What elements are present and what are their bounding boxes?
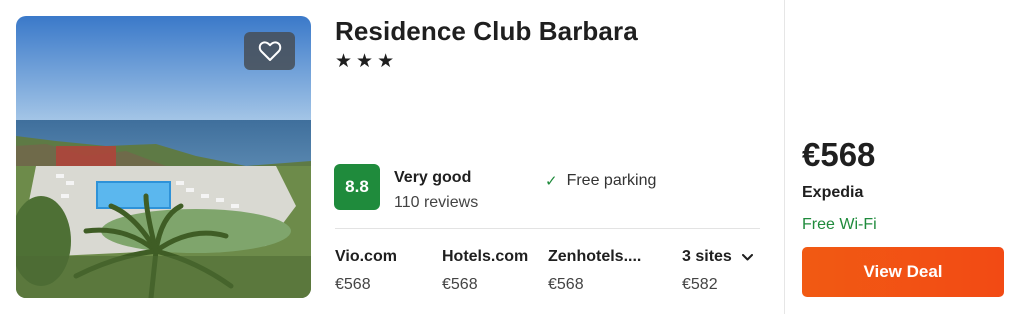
more-sites-price: €582 bbox=[682, 276, 718, 293]
site-name: Zenhotels.... bbox=[548, 248, 642, 265]
site-name: Vio.com bbox=[335, 248, 397, 265]
more-sites-label-row: 3 sites bbox=[682, 248, 753, 266]
more-sites-label: 3 sites bbox=[682, 248, 732, 265]
hotel-photo[interactable] bbox=[16, 16, 311, 298]
deal-perk: Free Wi-Fi bbox=[802, 216, 877, 233]
rating-score-badge: 8.8 bbox=[334, 164, 380, 210]
site-price: €568 bbox=[548, 276, 584, 293]
rating-label: Very good bbox=[394, 169, 472, 186]
divider bbox=[784, 0, 785, 314]
best-price: €568 bbox=[802, 136, 876, 173]
site-name: Hotels.com bbox=[442, 248, 529, 265]
star-rating: ★★★ bbox=[335, 51, 399, 72]
divider bbox=[335, 228, 760, 229]
site-price: €568 bbox=[442, 276, 478, 293]
more-sites-dropdown[interactable]: 3 sites €582 bbox=[682, 248, 753, 294]
favorite-button[interactable] bbox=[244, 32, 295, 70]
amenity-item: ✓ Free parking bbox=[545, 172, 656, 190]
heart-icon bbox=[258, 41, 281, 61]
site-offer[interactable]: Zenhotels.... €568 bbox=[548, 248, 641, 294]
site-offer[interactable]: Hotels.com €568 bbox=[442, 248, 528, 294]
hotel-result-card: Residence Club Barbara ★★★ 8.8 Very good… bbox=[0, 0, 1024, 314]
hotel-name[interactable]: Residence Club Barbara bbox=[335, 16, 638, 47]
view-deal-button[interactable]: View Deal bbox=[802, 247, 1004, 297]
deal-provider: Expedia bbox=[802, 184, 864, 201]
site-price: €568 bbox=[335, 276, 371, 293]
chevron-down-icon bbox=[741, 253, 753, 260]
amenity-label: Free parking bbox=[566, 172, 657, 189]
site-offer[interactable]: Vio.com €568 bbox=[335, 248, 397, 294]
review-count[interactable]: 110 reviews bbox=[394, 194, 478, 212]
check-icon: ✓ bbox=[545, 173, 558, 190]
